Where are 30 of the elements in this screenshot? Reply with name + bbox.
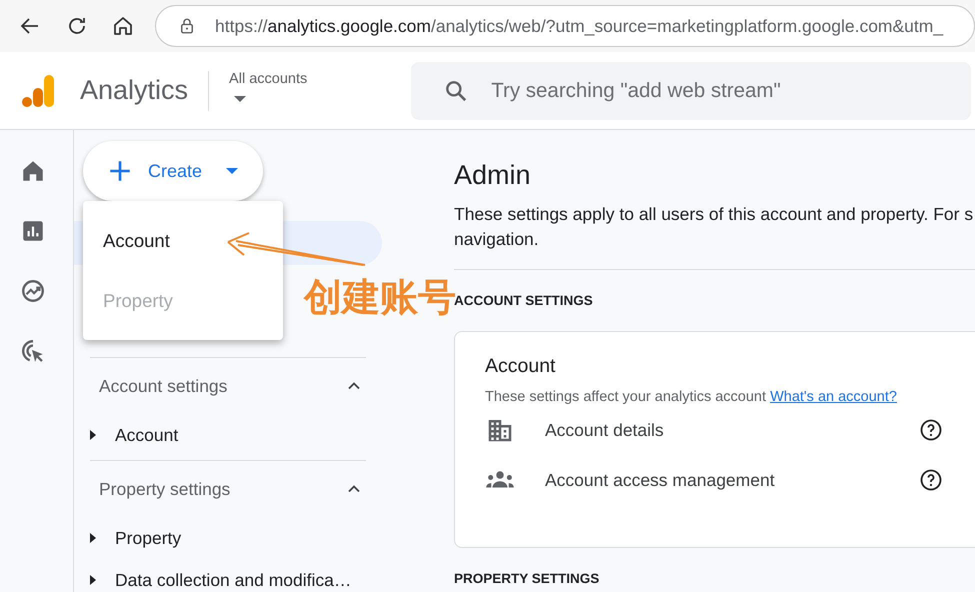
nav-item[interactable]: Data collection and modifica… [115,570,352,590]
settings-row[interactable]: Account access management [545,470,919,490]
caret-icon [226,168,238,174]
search-field[interactable]: Try searching "add web stream" [411,62,972,120]
menu-item[interactable]: Account [83,211,283,271]
cursor-target-icon[interactable] [20,338,46,364]
section-heading: ACCOUNT SETTINGS [454,293,594,308]
card-description: These settings affect your analytics account What's an account? [485,389,898,405]
create-button[interactable]: Create [83,141,263,201]
page-title: Admin [454,159,532,192]
help-link[interactable]: What's an account? [770,389,897,405]
section-title: Account settings [99,376,228,396]
caret-icon[interactable] [234,96,246,102]
settings-row[interactable]: Account details [545,420,919,440]
annotation-text: 创建账号 [304,276,456,320]
description-text: navigation. [454,228,539,251]
address-bar[interactable]: https://analytics.google.com/analytics/web/?utm_source=marketingplatform.google.com&utm_ [155,5,975,47]
nav-item[interactable]: Account [115,424,178,446]
app-name: Analytics [80,75,188,106]
url-text: https://analytics.google.com/analytics/web/?utm_source=marketingplatform.google.com&utm_ [215,16,944,36]
section-heading: PROPERTY SETTINGS [454,571,600,587]
card-title: Account [485,354,556,378]
trend-chart-icon[interactable] [20,278,46,304]
help-icon[interactable] [919,468,943,492]
account-picker[interactable]: All accounts [229,70,308,86]
help-icon[interactable] [919,418,943,442]
logo-icon [22,72,56,108]
nav-item[interactable]: Property [115,528,182,548]
section-title: Property settings [99,478,230,500]
description-text: These settings apply to all users of this account and property. For s [454,203,974,226]
